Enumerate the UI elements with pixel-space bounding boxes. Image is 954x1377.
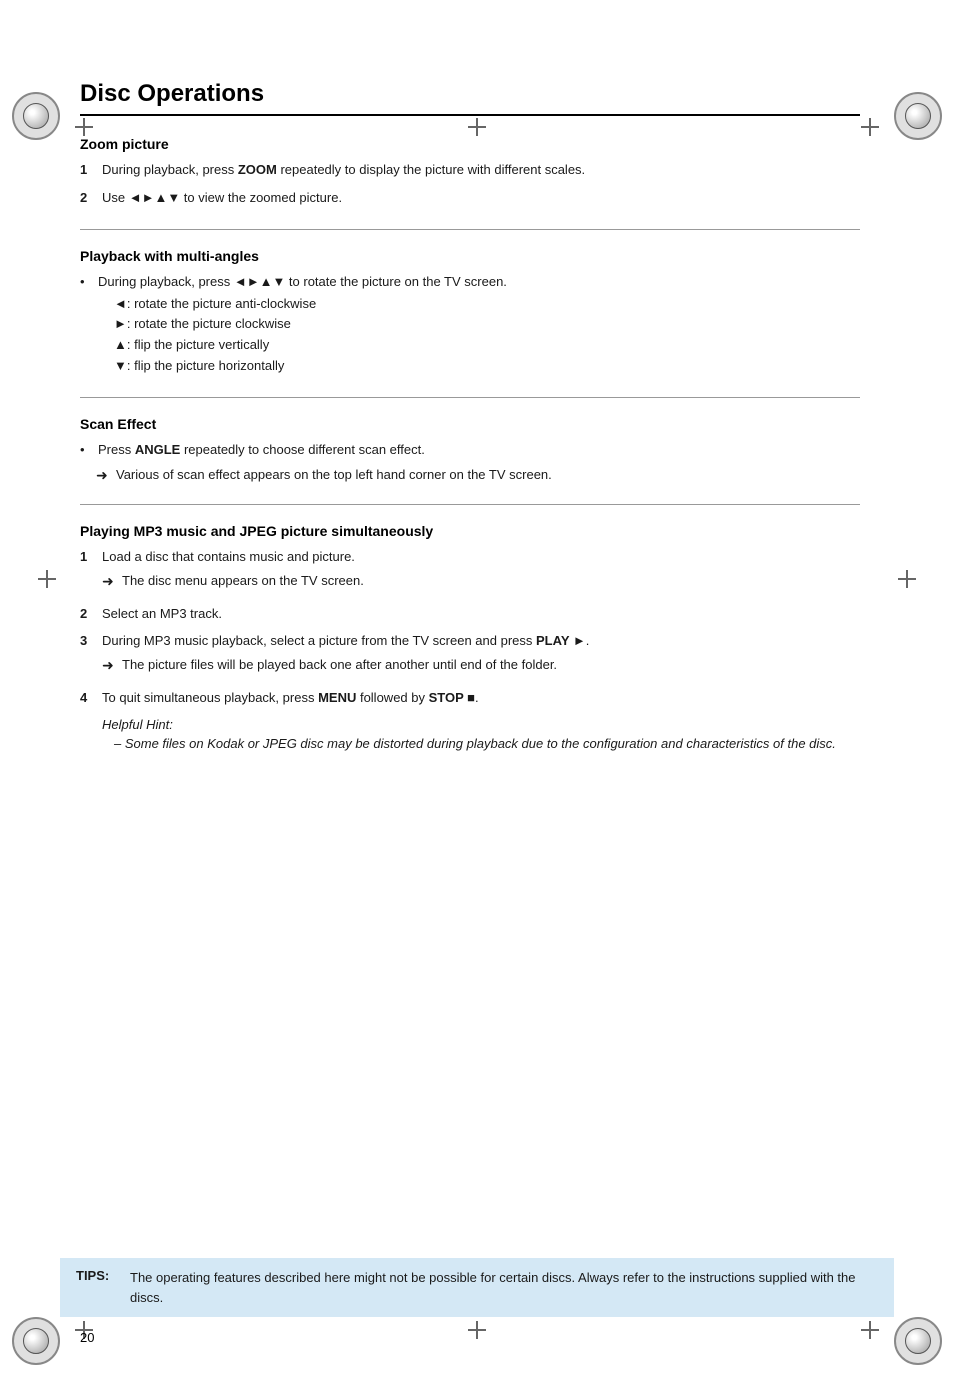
section-title-zoom: Zoom picture [80, 136, 860, 152]
page: Disc Operations Zoom picture 1 During pl… [0, 80, 954, 1377]
page-number: 20 [80, 1330, 94, 1345]
mp3-step-3: 3 During MP3 music playback, select a pi… [80, 631, 860, 680]
bullet-dot-1: • [80, 272, 94, 292]
page-title: Disc Operations [80, 80, 860, 116]
stop-keyword: STOP ■ [429, 690, 475, 705]
sublist-item-4: ▼: flip the picture horizontally [114, 356, 860, 377]
mp3-step-1: 1 Load a disc that contains music and pi… [80, 547, 860, 596]
zoom-step-1-content: During playback, press ZOOM repeatedly t… [102, 160, 860, 180]
zoom-steps: 1 During playback, press ZOOM repeatedly… [80, 160, 860, 207]
mp3-step-2: 2 Select an MP3 track. [80, 604, 860, 624]
corner-deco-br [894, 1317, 942, 1365]
play-keyword: PLAY ► [536, 633, 586, 648]
section-title-scan: Scan Effect [80, 416, 860, 432]
scan-bullet-1-content: Press ANGLE repeatedly to choose differe… [98, 440, 860, 460]
tips-box: TIPS: The operating features described h… [60, 1258, 894, 1317]
multiangles-bullet-1-content: During playback, press ◄►▲▼ to rotate th… [98, 272, 860, 377]
arrow-symbol-3: ➜ [102, 655, 118, 676]
arrow-symbol-1: ➜ [96, 465, 112, 486]
mp3-step-3-content: During MP3 music playback, select a pict… [102, 631, 860, 680]
helpful-hint-label: Helpful Hint: [102, 717, 860, 732]
step-number-1: 1 [80, 160, 96, 180]
menu-keyword: MENU [318, 690, 356, 705]
mp3-step-4: 4 To quit simultaneous playback, press M… [80, 688, 860, 708]
section-zoom-picture: Zoom picture 1 During playback, press ZO… [80, 136, 860, 230]
tips-content: The operating features described here mi… [130, 1268, 878, 1307]
mp3-step-number-2: 2 [80, 604, 96, 624]
mp3-step-1-arrow-content: The disc menu appears on the TV screen. [122, 571, 860, 591]
multiangles-bullet-1: • During playback, press ◄►▲▼ to rotate … [80, 272, 860, 377]
tips-label: TIPS: [76, 1268, 120, 1283]
mp3-step-1-arrow: ➜ The disc menu appears on the TV screen… [102, 571, 860, 592]
crosshair-top-center [468, 118, 486, 136]
helpful-hint: Helpful Hint: – Some files on Kodak or J… [102, 717, 860, 751]
section-title-mp3: Playing MP3 music and JPEG picture simul… [80, 523, 860, 539]
arrow-symbol-2: ➜ [102, 571, 118, 592]
crosshair-mid-right [898, 570, 916, 588]
scan-bullet-dot: • [80, 440, 94, 460]
angle-keyword: ANGLE [135, 442, 181, 457]
crosshair-bot-right [861, 1321, 879, 1339]
section-title-multiangles: Playback with multi-angles [80, 248, 860, 264]
scan-arrow-1: ➜ Various of scan effect appears on the … [96, 465, 860, 486]
multiangles-sublist: ◄: rotate the picture anti-clockwise ►: … [114, 294, 860, 377]
mp3-step-number-3: 3 [80, 631, 96, 651]
crosshair-mid-left [38, 570, 56, 588]
helpful-hint-item-1: – Some files on Kodak or JPEG disc may b… [114, 736, 860, 751]
zoom-keyword: ZOOM [238, 162, 277, 177]
section-scan-effect: Scan Effect • Press ANGLE repeatedly to … [80, 416, 860, 506]
helpful-hint-items: – Some files on Kodak or JPEG disc may b… [114, 736, 860, 751]
corner-deco-tr [894, 92, 942, 140]
zoom-step-1: 1 During playback, press ZOOM repeatedly… [80, 160, 860, 180]
mp3-step-3-arrow: ➜ The picture files will be played back … [102, 655, 860, 676]
section-playing-mp3: Playing MP3 music and JPEG picture simul… [80, 523, 860, 765]
section-multi-angles: Playback with multi-angles • During play… [80, 248, 860, 398]
sublist-item-2: ►: rotate the picture clockwise [114, 314, 860, 335]
mp3-step-number-4: 4 [80, 688, 96, 708]
step-number-2: 2 [80, 188, 96, 208]
crosshair-top-right [861, 118, 879, 136]
corner-deco-bl [12, 1317, 60, 1365]
corner-deco-tl [12, 92, 60, 140]
crosshair-top-left [75, 118, 93, 136]
zoom-step-2-content: Use ◄►▲▼ to view the zoomed picture. [102, 188, 860, 208]
zoom-step-2: 2 Use ◄►▲▼ to view the zoomed picture. [80, 188, 860, 208]
mp3-step-4-content: To quit simultaneous playback, press MEN… [102, 688, 860, 708]
scan-arrow-1-content: Various of scan effect appears on the to… [116, 465, 860, 485]
mp3-step-number-1: 1 [80, 547, 96, 567]
scan-bullet-1: • Press ANGLE repeatedly to choose diffe… [80, 440, 860, 460]
sublist-item-3: ▲: flip the picture vertically [114, 335, 860, 356]
crosshair-bot-center [468, 1321, 486, 1339]
mp3-step-2-content: Select an MP3 track. [102, 604, 860, 624]
mp3-step-1-content: Load a disc that contains music and pict… [102, 547, 860, 596]
sublist-item-1: ◄: rotate the picture anti-clockwise [114, 294, 860, 315]
main-content: Disc Operations Zoom picture 1 During pl… [80, 80, 860, 765]
mp3-step-3-arrow-content: The picture files will be played back on… [122, 655, 860, 675]
